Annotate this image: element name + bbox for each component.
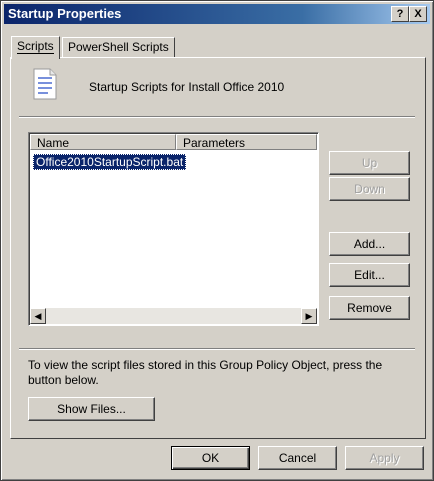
title-bar[interactable]: Startup Properties ? X [4, 4, 430, 24]
tab-powershell-scripts[interactable]: PowerShell Scripts [62, 37, 175, 59]
startup-scripts-heading: Startup Scripts for Install Office 2010 [89, 80, 285, 94]
column-header-parameters[interactable]: Parameters [176, 134, 317, 150]
horizontal-scrollbar[interactable]: ◀ ▶ [30, 308, 317, 324]
dialog-window: Startup Properties ? X Scripts PowerShel… [0, 0, 434, 481]
tab-scripts-label: Scripts [17, 39, 54, 54]
tab-scripts[interactable]: Scripts [11, 36, 60, 59]
tab-powershell-label: PowerShell Scripts [68, 40, 169, 54]
ok-button[interactable]: OK [171, 446, 250, 470]
help-button[interactable]: ? [391, 6, 409, 22]
close-button[interactable]: X [409, 6, 427, 22]
separator [19, 348, 415, 350]
separator [19, 116, 415, 118]
apply-button[interactable]: Apply [345, 446, 424, 470]
add-button[interactable]: Add... [329, 232, 410, 256]
window-title: Startup Properties [8, 6, 122, 21]
edit-button[interactable]: Edit... [329, 263, 410, 287]
scroll-right-icon[interactable]: ▶ [301, 308, 317, 324]
script-file-icon [33, 68, 57, 100]
cancel-button[interactable]: Cancel [258, 446, 337, 470]
info-text: To view the script files stored in this … [28, 358, 383, 387]
scripts-panel: Startup Scripts for Install Office 2010 … [10, 57, 426, 439]
up-button[interactable]: Up [329, 151, 410, 175]
list-item[interactable]: Office2010StartupScript.bat [33, 154, 187, 170]
column-header-name[interactable]: Name [30, 134, 176, 150]
scripts-list[interactable]: Name Parameters Office2010StartupScript.… [28, 132, 319, 326]
scroll-left-icon[interactable]: ◀ [30, 308, 46, 324]
show-files-button[interactable]: Show Files... [28, 397, 155, 421]
down-button[interactable]: Down [329, 177, 410, 201]
remove-button[interactable]: Remove [329, 296, 410, 320]
